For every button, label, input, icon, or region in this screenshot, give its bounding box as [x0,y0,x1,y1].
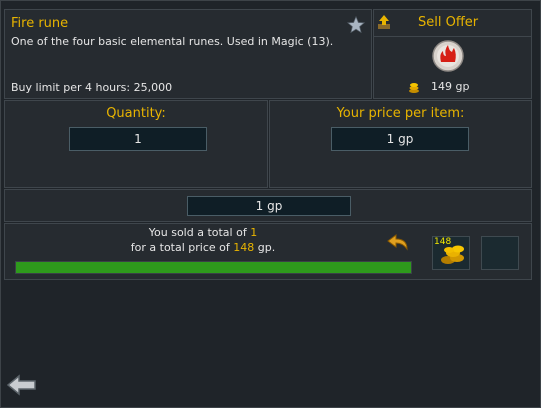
offer-price: 149 gp [431,80,470,93]
total-price-panel: 1 gp [4,189,532,222]
collect-slot-coins[interactable]: 148 [432,236,470,270]
quantity-panel: Quantity: 1 [4,100,268,188]
status-panel: You sold a total of 1 for a total price … [4,223,532,280]
price-per-item-panel: Your price per item: 1 gp [269,100,532,188]
abort-offer-icon[interactable] [386,234,408,252]
offer-type-label: Sell Offer [418,15,479,30]
back-arrow-icon[interactable] [7,374,37,396]
grand-exchange-offer-window: Fire rune One of the four basic elementa… [0,0,541,408]
progress-fill [16,262,411,273]
fire-rune-icon [432,40,464,72]
item-name: Fire rune [11,16,69,31]
total-price-line: for a total price of 148 gp. [5,241,401,254]
coins-icon [441,245,464,264]
quantity-label: Quantity: [106,106,166,121]
price-per-item-label: Your price per item: [336,106,465,121]
price-per-item-input[interactable]: 1 gp [331,127,469,151]
offer-type-panel: Sell Offer 149 gp [373,9,532,99]
sold-total-prefix: You sold a total of [148,226,251,239]
sold-total-value: 1 [250,226,258,239]
sold-total-line: You sold a total of 1 [5,226,401,239]
progress-bar [15,261,412,274]
quantity-input[interactable]: 1 [69,127,207,151]
total-price-suffix: gp. [254,241,276,254]
total-price-prefix: for a total price of [130,241,234,254]
item-description: One of the four basic elemental runes. U… [11,35,334,48]
total-price-display: 1 gp [187,196,351,216]
collect-slot-empty[interactable] [481,236,519,270]
coins-icon [409,83,419,93]
sell-arrow-icon [378,15,390,29]
star-icon[interactable] [347,16,365,34]
item-info-panel: Fire rune One of the four basic elementa… [4,9,372,99]
buy-limit: Buy limit per 4 hours: 25,000 [11,81,173,94]
total-price-value: 148 [233,241,255,254]
